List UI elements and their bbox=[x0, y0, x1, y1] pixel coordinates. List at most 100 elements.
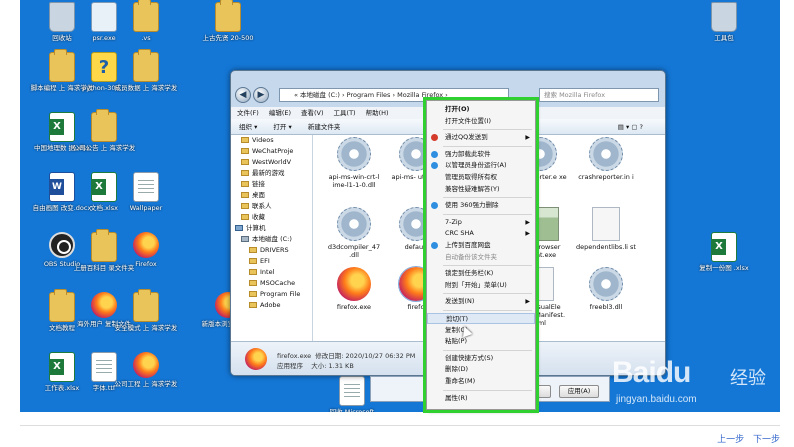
desktop-icon[interactable]: 公司工程 上 海求学发 bbox=[114, 352, 178, 388]
search-input[interactable]: 搜索 Mozilla Firefox bbox=[539, 88, 659, 102]
menu-separator bbox=[443, 145, 532, 147]
file-item[interactable]: crashreporter.in i bbox=[575, 137, 637, 181]
nav-item-label: Adobe bbox=[260, 301, 281, 309]
context-menu-item[interactable]: 复制(C) bbox=[427, 325, 535, 336]
context-menu-label: 打开文件位置(I) bbox=[445, 116, 491, 125]
menu-separator bbox=[443, 197, 532, 199]
menu-item[interactable]: 查看(V) bbox=[301, 109, 324, 117]
nav-item[interactable]: 计算机 bbox=[231, 223, 312, 234]
desktop-icon[interactable]: Firefox bbox=[114, 232, 178, 268]
desktop-icon-label: 公司工程 上 海求学发 bbox=[114, 380, 178, 388]
nav-item[interactable]: 链接 bbox=[231, 179, 312, 190]
desktop-icon[interactable]: 成员数据 上 海求学发 bbox=[114, 49, 178, 92]
file-item[interactable]: freebl3.dll bbox=[575, 267, 637, 311]
desktop-icon[interactable]: .vs bbox=[114, 0, 178, 42]
folder-icon bbox=[241, 214, 249, 220]
nav-item[interactable]: 联系人 bbox=[231, 201, 312, 212]
context-menu-item[interactable]: 上传到百度网盘 bbox=[427, 240, 535, 251]
prev-step-link[interactable]: 上一步 bbox=[717, 435, 744, 445]
menu-separator bbox=[443, 310, 532, 311]
context-menu-item[interactable]: 粘贴(P) bbox=[427, 336, 535, 347]
context-menu-item[interactable]: 使用 360强力删除 bbox=[427, 200, 535, 211]
file-item[interactable]: dependentlibs.li st bbox=[575, 207, 637, 251]
context-menu-item[interactable]: 打开文件位置(I) bbox=[427, 116, 535, 127]
context-menu-item[interactable]: 通过QQ发送到 ▶ bbox=[427, 132, 535, 143]
context-menu-label: 锁定到任务栏(K) bbox=[445, 269, 494, 278]
desktop-icon[interactable]: Wallpaper bbox=[114, 172, 178, 212]
context-menu-item[interactable]: 7-Zip ▶ bbox=[427, 217, 535, 228]
organize-button[interactable]: 组织 ▾ bbox=[239, 123, 257, 131]
apply-button[interactable]: 应用(A) bbox=[559, 385, 599, 398]
open-button[interactable]: 打开 ▾ bbox=[273, 123, 291, 131]
context-menu-item[interactable]: 删除(D) bbox=[427, 364, 535, 375]
screenshot-frame: 回收站psr.exe.vs上古先贤 20-500工具包脚本编程 上 海求学发py… bbox=[0, 0, 794, 447]
nav-item[interactable]: 桌面 bbox=[231, 190, 312, 201]
context-menu-label: 7-Zip bbox=[445, 217, 462, 226]
file-item[interactable]: api-ms-win-crt-l ime-l1-1-0.dll bbox=[323, 137, 385, 189]
menu-item[interactable]: 编辑(E) bbox=[269, 109, 291, 117]
nav-item[interactable]: 收藏 bbox=[231, 212, 312, 223]
folder-icon bbox=[133, 49, 159, 82]
context-menu-item[interactable]: 打开(O) bbox=[427, 104, 535, 115]
nav-item-label: 链接 bbox=[252, 180, 265, 188]
file-icon bbox=[592, 207, 620, 241]
context-menu-item[interactable]: 以管理员身份运行(A) bbox=[427, 160, 535, 171]
desktop-icon[interactable]: 工具包 bbox=[692, 2, 756, 42]
nav-item[interactable]: DRIVERS bbox=[231, 245, 312, 256]
nav-item[interactable]: 本地磁盘 (C:) bbox=[231, 234, 312, 245]
context-menu-label: 打开(O) bbox=[445, 105, 470, 113]
watermark-brand: Bai bbox=[612, 356, 657, 389]
context-menu-label: 粘贴(P) bbox=[445, 337, 467, 346]
nav-item[interactable]: WestWorldV bbox=[231, 157, 312, 168]
status-type: 应用程序 bbox=[277, 362, 303, 370]
file-item[interactable]: d3dcompiler_47 .dll bbox=[323, 207, 385, 259]
nav-item[interactable]: Intel bbox=[231, 267, 312, 278]
context-menu-label: 自动备份该文件夹 bbox=[445, 252, 497, 261]
context-menu-item[interactable]: 属性(R) bbox=[427, 393, 535, 404]
context-menu-item[interactable]: 强力卸载此软件 bbox=[427, 149, 535, 160]
watermark-paw: du bbox=[655, 356, 692, 389]
excel-icon bbox=[711, 232, 737, 262]
folder-icon bbox=[249, 302, 257, 308]
computer-icon bbox=[235, 225, 243, 231]
desktop-icon[interactable]: 复制一份图 .xlsx bbox=[692, 232, 756, 272]
nav-item[interactable]: 最新的游戏 bbox=[231, 168, 312, 179]
desktop-icon[interactable]: 公司公告 上 海求学发 bbox=[72, 109, 136, 152]
view-options-icon[interactable]: ▤ ▾ ▢ ? bbox=[618, 119, 643, 135]
context-menu-item[interactable]: 兼容性疑难解答(Y) bbox=[427, 184, 535, 195]
context-menu-item[interactable]: CRC SHA ▶ bbox=[427, 228, 535, 239]
menu-separator bbox=[443, 213, 532, 215]
folder-icon bbox=[91, 109, 117, 142]
nav-item[interactable]: EFI bbox=[231, 256, 312, 267]
context-menu-item[interactable]: 创建快捷方式(S) bbox=[427, 353, 535, 364]
gear-icon bbox=[337, 137, 371, 171]
next-step-link[interactable]: 下一步 bbox=[753, 435, 780, 445]
context-menu-item[interactable]: 锁定到任务栏(K) bbox=[427, 268, 535, 279]
nav-item[interactable]: WeChatProje bbox=[231, 146, 312, 157]
desktop-icon[interactable]: 上古先贤 20-500 bbox=[196, 0, 260, 42]
context-menu-item[interactable]: 附到「开始」菜单(U) bbox=[427, 280, 535, 291]
file-item[interactable]: firefox.exe bbox=[323, 267, 385, 311]
context-menu-item[interactable]: 管理员取得所有权 bbox=[427, 172, 535, 183]
new-folder-button[interactable]: 新建文件夹 bbox=[308, 123, 341, 131]
context-menu-item[interactable]: 发送到(N) ▶ bbox=[427, 296, 535, 307]
nav-item[interactable]: Program File bbox=[231, 289, 312, 300]
menu-item[interactable]: 文件(F) bbox=[237, 109, 259, 117]
folder-icon bbox=[241, 192, 249, 198]
context-menu-item[interactable]: 剪切(T) bbox=[427, 313, 535, 324]
gear-icon bbox=[589, 267, 623, 301]
context-menu-item[interactable]: 重命名(M) bbox=[427, 376, 535, 387]
nav-item[interactable]: Adobe bbox=[231, 300, 312, 311]
nav-item[interactable]: MSOCache bbox=[231, 278, 312, 289]
doc-icon bbox=[133, 172, 159, 202]
nav-item[interactable]: Videos bbox=[231, 135, 312, 146]
context-menu-item[interactable]: 自动备份该文件夹 bbox=[427, 252, 535, 263]
desktop-icon-label: Firefox bbox=[135, 260, 157, 268]
back-arrow-icon[interactable]: ◀ bbox=[235, 87, 251, 103]
menu-item[interactable]: 工具(T) bbox=[334, 109, 356, 117]
menu-item[interactable]: 帮助(H) bbox=[366, 109, 389, 117]
forward-arrow-icon[interactable]: ▶ bbox=[253, 87, 269, 103]
status-filename: firefox.exe bbox=[277, 352, 312, 360]
desktop-icon[interactable]: 安全模式 上 海求学发 bbox=[114, 289, 178, 332]
folder-icon bbox=[133, 289, 159, 322]
